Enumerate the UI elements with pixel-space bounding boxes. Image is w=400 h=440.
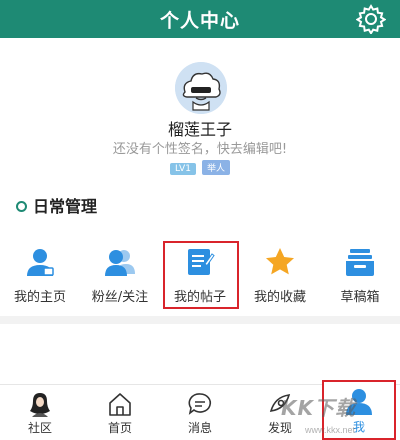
gear-icon[interactable] [356,4,386,34]
watermark-url: www.kkx.net [305,425,356,435]
username: 榴莲王子 [167,120,232,139]
tab-home[interactable]: 首页 [80,385,160,439]
level-badge: LV1 [170,163,196,175]
tab-label: 消息 [187,421,212,435]
signature-text[interactable]: 还没有个性签名，快去编辑吧! [0,138,400,157]
homepage-user-icon [27,249,54,276]
star-icon [266,248,294,275]
grid-item-label: 我的主页 [13,290,66,305]
section-title-text: 日常管理 [33,197,98,216]
home-icon [109,393,131,416]
grid-item-label: 粉丝/关注 [91,290,149,305]
role-badge: 举人 [201,160,230,175]
drafts-tray-icon [346,249,374,276]
avatar[interactable] [175,62,227,114]
grid-item-followers[interactable]: 粉丝/关注 [80,246,160,305]
top-bar: 个人中心 [0,0,400,38]
section-title: 日常管理 [16,193,97,217]
badge-row: LV1 举人 [0,160,400,175]
tab-community[interactable]: 社区 [0,385,80,439]
cloud-avatar-icon [175,62,227,114]
section-divider [0,316,400,324]
grid-item-label: 草稿箱 [340,290,380,305]
followers-icon [105,250,135,276]
annotation-box-my-posts [163,241,239,309]
circle-bullet-icon [16,201,27,212]
tab-label: 社区 [27,421,52,435]
community-icon [30,393,50,417]
watermark-text: KK下载 [281,396,356,420]
tab-messages[interactable]: 消息 [160,385,240,439]
tab-label: 首页 [107,421,132,435]
grid-item-homepage[interactable]: 我的主页 [0,246,80,305]
grid-item-favorites[interactable]: 我的收藏 [240,246,320,305]
page-title: 个人中心 [159,10,240,32]
message-icon [188,393,212,415]
grid-item-drafts[interactable]: 草稿箱 [320,246,400,305]
grid-item-label: 我的收藏 [253,290,306,305]
